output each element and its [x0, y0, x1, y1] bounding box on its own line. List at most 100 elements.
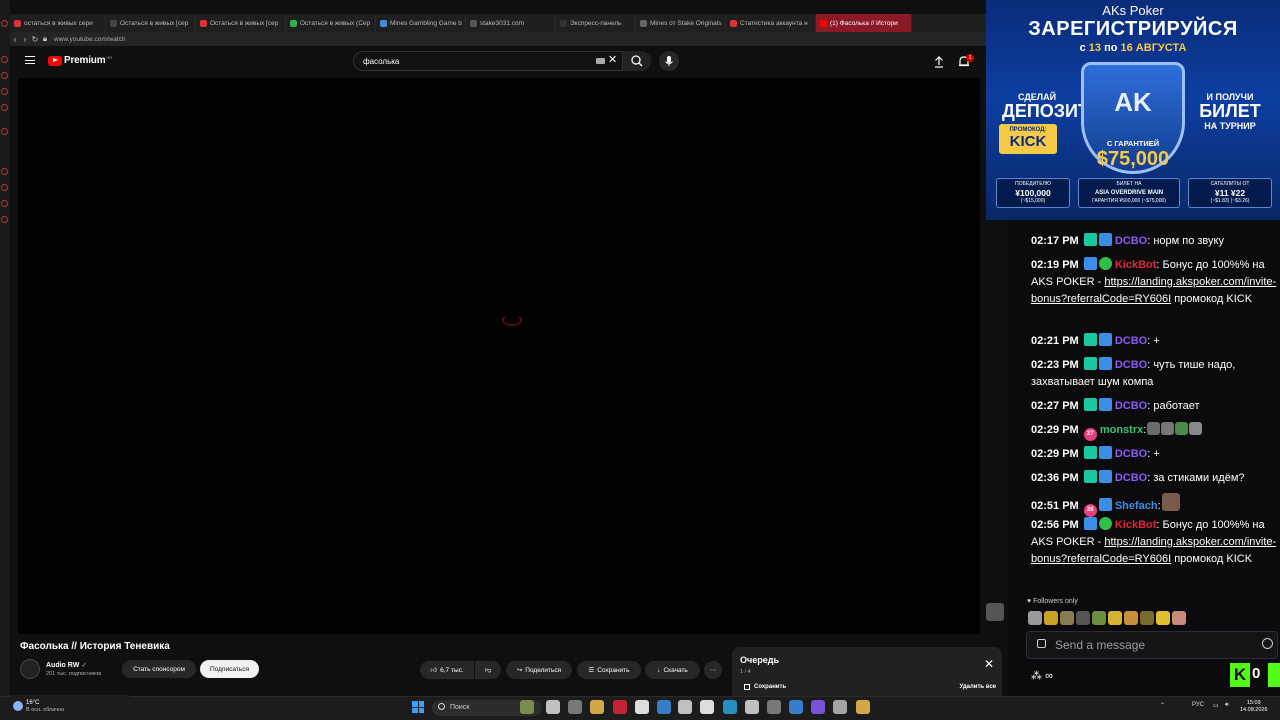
reload-icon[interactable]: ↻	[30, 35, 40, 44]
windows-start-icon[interactable]	[412, 701, 424, 713]
browser-tab[interactable]: Статистика аккаунта н	[726, 14, 816, 32]
download-button[interactable]: ↓ Скачать	[645, 661, 700, 679]
chat-username[interactable]: monstrx	[1100, 424, 1143, 436]
kick-chat-button[interactable]	[1268, 663, 1280, 687]
search-input[interactable]: фасолька	[353, 51, 623, 71]
aks-poker-ad-banner[interactable]: AKs Poker ЗАРЕГИСТРИРУЙСЯ с 13 по 16 АВГ…	[986, 0, 1280, 220]
search-button[interactable]	[623, 51, 651, 71]
emote[interactable]	[1124, 611, 1138, 625]
kick-logo[interactable]: K	[1230, 663, 1250, 687]
browser-tab[interactable]: (1) Фасолька // Истори	[816, 14, 912, 32]
chat-username[interactable]: DCBO	[1115, 235, 1147, 247]
emote[interactable]	[1156, 611, 1170, 625]
chat-message-input[interactable]: Send a message	[1026, 631, 1278, 659]
sidebar-app-icon[interactable]	[1, 56, 8, 63]
sidebar-app-icon[interactable]	[1, 104, 8, 111]
browser-tab[interactable]: Остаться в живых [сер	[196, 14, 286, 32]
folder-icon[interactable]	[590, 700, 604, 714]
back-icon[interactable]: ‹	[10, 35, 20, 44]
chat-username[interactable]: DCBO	[1115, 448, 1147, 460]
channel-avatar[interactable]	[20, 659, 40, 679]
more-actions-button[interactable]: ⋯	[704, 661, 722, 679]
browser-tab[interactable]: Mines от Stake Originals	[636, 14, 726, 32]
share-button[interactable]: ↪ Поделиться	[506, 661, 572, 679]
pinned-app-icon[interactable]	[745, 700, 759, 714]
kick-points-icon[interactable]: ⁂	[1031, 670, 1042, 682]
chat-username[interactable]: DCBO	[1115, 359, 1147, 371]
checklist-icon[interactable]	[657, 700, 671, 714]
voice-search-button[interactable]	[659, 51, 679, 71]
sidebar-app-icon[interactable]	[1, 200, 8, 207]
sidebar-app-icon[interactable]	[1, 168, 8, 175]
subscribe-button[interactable]: Подписаться	[200, 660, 259, 678]
browser-tab[interactable]: stake3031.com	[466, 14, 556, 32]
queue-save-button[interactable]: Сохранить	[744, 684, 786, 690]
upload-icon[interactable]	[932, 55, 946, 69]
pinned-app-icon[interactable]	[568, 700, 582, 714]
clear-search-icon[interactable]: ✕	[608, 53, 617, 66]
telegram-icon[interactable]	[723, 700, 737, 714]
address-bar[interactable]: ‹ › ↻ 🔒︎ www.youtube.com/watch	[10, 32, 986, 46]
keyboard-icon[interactable]	[596, 58, 605, 64]
system-clock[interactable]: 15:09 14.08.2026	[1240, 700, 1268, 714]
like-button[interactable]: 👍︎ 6,7 тыс.	[420, 661, 474, 679]
chat-username[interactable]: KickBot	[1115, 259, 1157, 271]
sidebar-app-icon[interactable]	[1, 20, 8, 27]
notion-icon[interactable]	[678, 700, 692, 714]
language-indicator[interactable]: РУС	[1192, 702, 1204, 708]
emote[interactable]	[1028, 611, 1042, 625]
pinned-app-icon[interactable]	[833, 700, 847, 714]
emote[interactable]	[1108, 611, 1122, 625]
pinned-app-icon[interactable]	[856, 700, 870, 714]
sidebar-app-icon[interactable]	[1, 216, 8, 223]
obs-icon[interactable]	[767, 700, 781, 714]
emote[interactable]	[1076, 611, 1090, 625]
chat-username[interactable]: DCBO	[1115, 472, 1147, 484]
sidebar-app-icon[interactable]	[1, 72, 8, 79]
browser-tab[interactable]: Экспресс-панель	[556, 14, 636, 32]
url-text[interactable]: www.youtube.com/watch	[54, 36, 126, 43]
yandex-browser-icon[interactable]	[635, 700, 649, 714]
browser-tab[interactable]: Остаться в живых [сер	[106, 14, 196, 32]
sponsor-button[interactable]: Стать спонсором	[122, 660, 196, 678]
file-explorer-icon[interactable]	[520, 700, 534, 714]
chat-username[interactable]: KickBot	[1115, 519, 1157, 531]
youtube-logo[interactable]: Premium HR	[48, 55, 112, 66]
tray-chevron-icon[interactable]: ⌃	[1160, 702, 1165, 709]
save-button[interactable]: ☰ Сохранить	[577, 661, 641, 679]
chat-username[interactable]: DCBO	[1115, 400, 1147, 412]
queue-delete-all-button[interactable]: Удалить все	[959, 684, 996, 690]
sidebar-app-icon[interactable]	[1, 128, 8, 135]
emote[interactable]	[1140, 611, 1154, 625]
dislike-button[interactable]: 👎︎	[475, 661, 501, 679]
emote[interactable]	[1092, 611, 1106, 625]
close-icon[interactable]: ✕	[984, 657, 994, 671]
opera-icon[interactable]	[613, 700, 627, 714]
pinned-app-icon[interactable]	[811, 700, 825, 714]
network-icon[interactable]: ▭	[1213, 702, 1219, 709]
emote[interactable]	[1060, 611, 1074, 625]
chat-emote[interactable]	[1147, 422, 1161, 435]
chat-emote[interactable]	[1161, 422, 1175, 435]
chat-username[interactable]: DCBO	[1115, 335, 1147, 347]
sidebar-app-icon[interactable]	[1, 88, 8, 95]
task-view-icon[interactable]	[546, 700, 560, 714]
pinned-app-icon[interactable]	[789, 700, 803, 714]
browser-tab[interactable]: Mines Gambling Game b	[376, 14, 466, 32]
channel-name[interactable]: Audio RW ✓	[46, 661, 87, 669]
chat-emote[interactable]	[1189, 422, 1203, 435]
volume-icon[interactable]: 🔊︎	[1225, 702, 1229, 709]
chat-emote[interactable]	[1175, 422, 1189, 435]
forward-icon[interactable]: ›	[20, 35, 30, 44]
chat-emote[interactable]	[1161, 493, 1180, 511]
browser-tab[interactable]: Остаться в живых (Сер	[286, 14, 376, 32]
pinned-app-icon[interactable]	[700, 700, 714, 714]
weather-widget[interactable]: 16°C В осн. облачно	[10, 695, 130, 720]
menu-icon[interactable]	[25, 56, 35, 64]
emoji-icon[interactable]	[1262, 638, 1273, 649]
video-player[interactable]	[18, 78, 980, 634]
emote[interactable]	[1172, 611, 1186, 625]
chat-username[interactable]: Shefach	[1115, 500, 1158, 512]
browser-tab[interactable]: остаться в живых сери	[10, 14, 106, 32]
emote[interactable]	[1044, 611, 1058, 625]
